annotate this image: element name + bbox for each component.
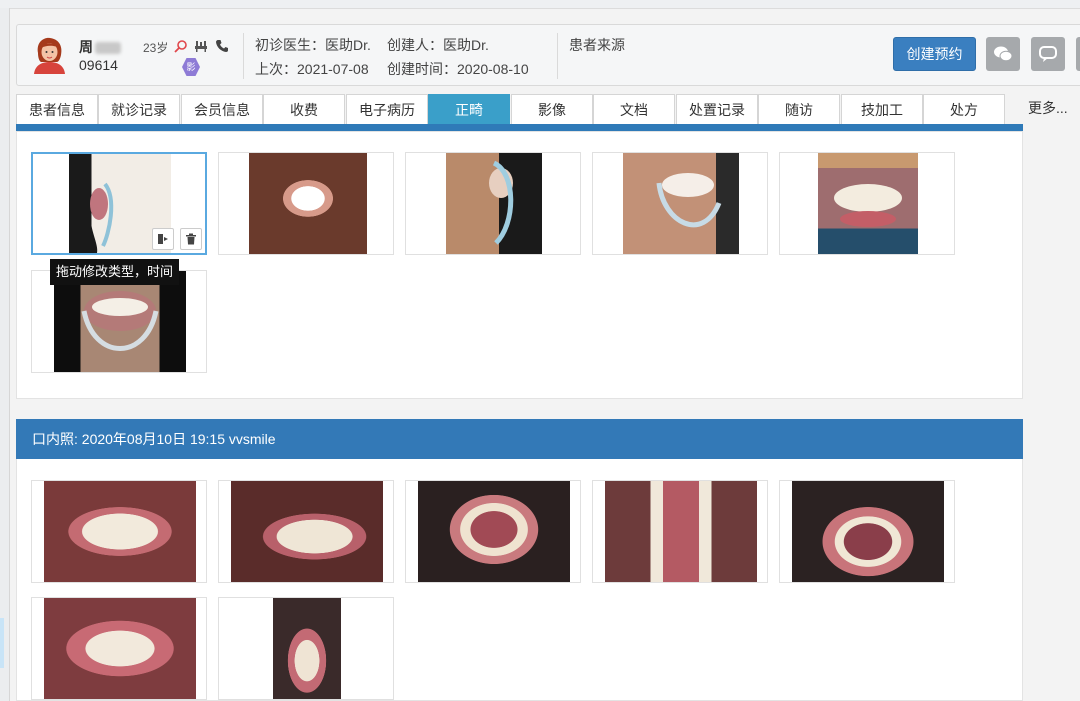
photo-thumbnail[interactable] [218,597,394,700]
photo-thumbnail[interactable] [779,480,955,583]
photo-thumbnail[interactable] [592,480,768,583]
tab-more[interactable]: 更多... [1028,98,1068,118]
photo-thumbnail[interactable] [405,152,581,255]
last-visit: 上次：2021-07-08 [255,61,369,77]
teeth-photo [249,153,367,254]
intraoral-photo [605,481,757,582]
create-appointment-button[interactable]: 创建预约 [893,37,976,71]
teeth-photo [446,153,542,254]
teeth-photo [623,153,739,254]
tab-member-info[interactable]: 会员信息 [181,94,263,124]
intraoral-photo [418,481,570,582]
intraoral-photo [44,598,196,699]
patient-avatar [34,37,65,74]
message-button[interactable] [1031,37,1065,71]
tab-follow-up[interactable]: 随访 [758,94,840,124]
teeth-photo [818,153,918,254]
tab-lab-work[interactable]: 技加工 [841,94,923,124]
tab-content-border [16,124,1023,131]
patient-source: 患者来源 [569,37,625,53]
drag-tooltip: 拖动修改类型，时间 [50,259,180,285]
tab-emr[interactable]: 电子病历 [346,94,428,124]
drag-icon [158,234,168,244]
photo-thumbnail[interactable] [218,480,394,583]
photo-thumbnail[interactable] [31,597,207,700]
tab-documents[interactable]: 文档 [593,94,675,124]
search-icon[interactable] [174,39,188,53]
tab-charges[interactable]: 收费 [263,94,345,124]
frontal-smile-photo [54,271,186,372]
intraoral-section-header: 口内照: 2020年08月10日 19:15 vvsmile [16,419,1023,459]
tab-visit-records[interactable]: 就诊记录 [98,94,180,124]
intraoral-photo [792,481,944,582]
wechat-icon [994,46,1013,62]
left-rail [0,8,10,701]
patient-age: 23岁 [143,41,169,55]
tab-imaging[interactable]: 影像 [511,94,593,124]
photo-thumbnail[interactable] [31,152,207,255]
window-top-strip [0,0,1080,9]
photo-thumbnail[interactable] [405,480,581,583]
photo-thumbnail[interactable] [218,152,394,255]
intraoral-photo [231,481,383,582]
wechat-button[interactable] [986,37,1020,71]
more-action-button[interactable] [1076,37,1080,71]
photo-thumbnail[interactable] [779,152,955,255]
dental-chair-icon[interactable] [194,39,208,53]
delete-photo-button[interactable] [180,228,202,250]
patient-tag-icons [174,37,231,55]
message-icon [1039,46,1057,62]
phone-icon[interactable] [215,39,229,53]
trash-icon [186,233,196,245]
imaging-badge: 影 [182,58,200,76]
tab-treatment-records[interactable]: 处置记录 [676,94,758,124]
tab-prescription[interactable]: 处方 [923,94,1005,124]
intraoral-photo [44,481,196,582]
patient-header: 周 09614 23岁 影 初诊医生：医助Dr. 创建人：医助Dr. 上次：20… [16,24,1080,86]
first-doctor: 初诊医生：医助Dr. [255,37,371,53]
photo-thumbnail[interactable] [31,270,207,373]
patient-id: 09614 [79,57,118,73]
patient-name: 周 [79,37,121,57]
intraoral-photo [273,598,341,699]
photo-thumbnail[interactable] [31,480,207,583]
change-type-button[interactable] [152,228,174,250]
divider [243,33,244,79]
created-time: 创建时间：2020-08-10 [387,61,529,77]
tab-patient-info[interactable]: 患者信息 [16,94,98,124]
photo-thumbnail[interactable] [592,152,768,255]
creator: 创建人：医助Dr. [387,37,489,53]
divider [557,33,558,79]
tab-orthodontics[interactable]: 正畸 [428,94,510,124]
